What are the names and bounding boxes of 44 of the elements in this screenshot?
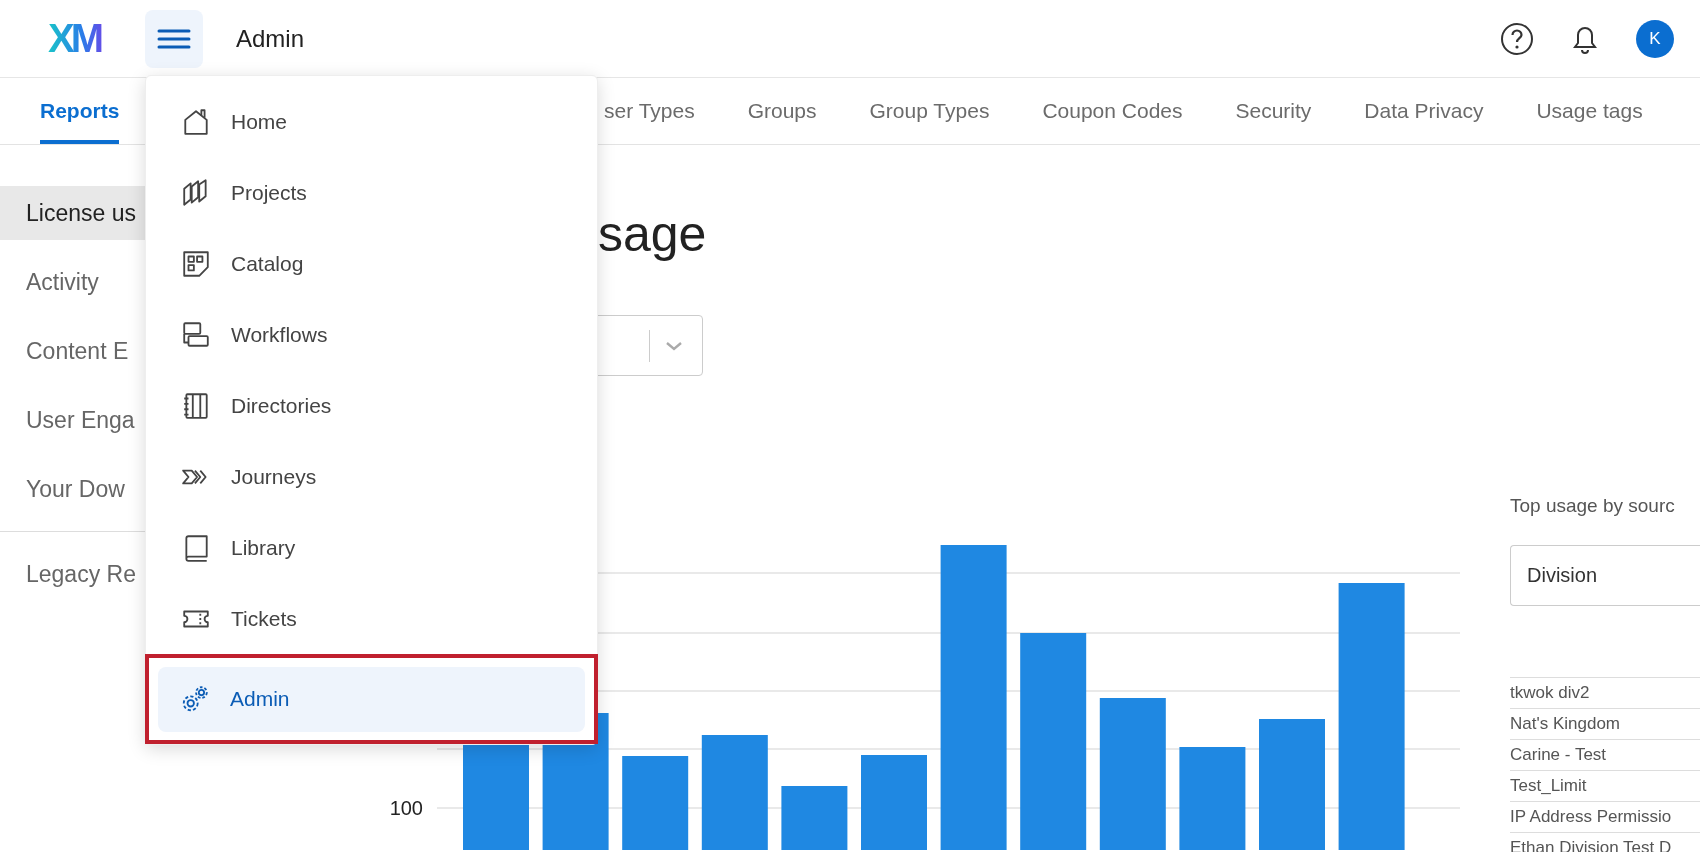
tab[interactable]: Reports	[40, 78, 120, 144]
tab[interactable]: Coupon Codes	[1042, 78, 1183, 144]
menu-item[interactable]: Projects	[159, 160, 584, 225]
menu-item[interactable]: Catalog	[159, 231, 584, 296]
menu-item[interactable]: Library	[159, 515, 584, 580]
table-cell: Test_Limit	[1510, 770, 1700, 801]
menu-button[interactable]	[145, 9, 203, 68]
tab[interactable]: Security	[1235, 78, 1312, 144]
source-select[interactable]: Division	[1510, 545, 1700, 606]
table-cell: tkwok div2	[1510, 677, 1700, 708]
sidebar-item[interactable]: Your Dow	[0, 462, 145, 516]
bar	[781, 786, 848, 850]
menu-item[interactable]: Directories	[159, 373, 584, 438]
sidebar-item[interactable]: Activity	[0, 255, 145, 309]
chevron-down-icon	[664, 339, 684, 352]
page-heading: sage	[598, 205, 708, 264]
catalog-icon	[181, 248, 211, 279]
tab[interactable]: Groups	[747, 78, 817, 144]
help-icon[interactable]	[1500, 21, 1534, 56]
menu-icon	[157, 27, 191, 50]
axis-label: 100	[390, 797, 423, 819]
gears-icon	[180, 684, 210, 714]
table-cell: Carine - Test	[1510, 739, 1700, 770]
table-cell: Nat's Kingdom	[1510, 708, 1700, 739]
sidebar-item[interactable]: Content E	[0, 324, 145, 378]
sidebar-item[interactable]: Legacy Re	[0, 547, 145, 601]
menu-item[interactable]: Journeys	[159, 444, 584, 509]
menu-item[interactable]: Workflows	[159, 302, 584, 367]
workflow-icon	[181, 319, 211, 350]
page-title: Admin	[236, 24, 305, 53]
user-avatar[interactable]: K	[1636, 19, 1674, 58]
menu-item[interactable]: Home	[159, 89, 584, 154]
tab[interactable]: Group Types	[869, 78, 990, 144]
tab[interactable]: Data Privacy	[1364, 78, 1484, 144]
panel-title: Top usage by sourc	[1510, 494, 1676, 518]
tab[interactable]: ser Types	[604, 78, 695, 144]
menu-item[interactable]: Tickets	[159, 586, 584, 651]
sidebar-item[interactable]: License us	[0, 186, 145, 240]
table-cell: IP Address Permissio	[1510, 801, 1700, 832]
menu-item[interactable]: Admin	[158, 666, 585, 732]
home-icon	[181, 106, 211, 137]
tab[interactable]: Usage tags	[1536, 78, 1643, 144]
sidebar-item[interactable]: User Enga	[0, 393, 145, 447]
notebook-icon	[181, 390, 211, 421]
